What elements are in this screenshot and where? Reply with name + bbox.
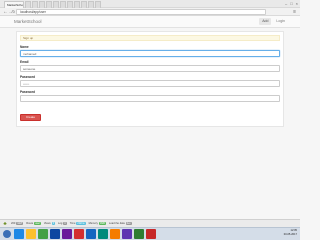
browser-tab[interactable] bbox=[60, 1, 66, 8]
browser-tab[interactable] bbox=[53, 1, 59, 8]
nav-add-link[interactable]: Add bbox=[259, 18, 272, 25]
browser-tab[interactable] bbox=[32, 1, 38, 8]
taskbar-app-icon[interactable] bbox=[134, 229, 144, 239]
browser-addressbar: ← → ↻ localhost/app/user ≡ bbox=[0, 8, 300, 16]
debugbar-item-label: Views bbox=[43, 221, 51, 225]
name-field-group: Name bbox=[20, 45, 280, 57]
browser-tabstrip: MarketSchool – □ × bbox=[0, 0, 300, 8]
debugbar-item[interactable]: Load the data dev bbox=[109, 222, 132, 226]
debugbar-item-badge: 0 bbox=[63, 222, 67, 225]
taskbar-app-icon[interactable] bbox=[146, 229, 156, 239]
taskbar-app-icon[interactable] bbox=[26, 229, 36, 239]
debugbar-item-badge: 4MB bbox=[98, 222, 106, 225]
taskbar-app-icon[interactable] bbox=[38, 229, 48, 239]
form-alert: Sign up bbox=[20, 35, 280, 41]
debugbar-item-label: Time bbox=[69, 221, 76, 225]
debugbar-item[interactable]: Log 0 bbox=[58, 222, 67, 226]
taskbar-apps bbox=[14, 229, 156, 239]
browser-tab[interactable] bbox=[39, 1, 45, 8]
debugbar-item-label: Memory bbox=[88, 221, 98, 225]
taskbar-app-icon[interactable] bbox=[62, 229, 72, 239]
signup-panel: Sign up Name Email Password Password Cre… bbox=[16, 31, 284, 127]
email-label: Email bbox=[20, 60, 29, 64]
browser-tab[interactable]: MarketSchool bbox=[4, 1, 24, 8]
taskbar-app-icon[interactable] bbox=[98, 229, 108, 239]
browser-tab[interactable] bbox=[88, 1, 94, 8]
debugbar-item-label: Log bbox=[58, 221, 63, 225]
debugbar-item-badge: dev bbox=[125, 222, 132, 225]
debugbar-item-badge: user bbox=[34, 222, 41, 225]
window-controls: – □ × bbox=[285, 1, 298, 7]
debugbar-logo-icon[interactable]: ♣ bbox=[2, 221, 8, 227]
debugbar-item[interactable]: Memory 4MB bbox=[89, 222, 106, 226]
taskbar-app-icon[interactable] bbox=[122, 229, 132, 239]
taskbar-app-icon[interactable] bbox=[110, 229, 120, 239]
password-confirm-field-group: Password bbox=[20, 90, 280, 102]
navbar-right: Add Login bbox=[259, 18, 288, 25]
nav-login-link[interactable]: Login bbox=[273, 18, 288, 25]
password-label: Password bbox=[20, 75, 36, 79]
taskbar-app-icon[interactable] bbox=[14, 229, 24, 239]
email-field-group: Email bbox=[20, 60, 280, 72]
brand-link[interactable]: MarketSchool bbox=[14, 19, 42, 25]
browser-tab[interactable] bbox=[74, 1, 80, 8]
start-button[interactable] bbox=[3, 230, 11, 238]
debugbar-item-label: Load the data bbox=[108, 221, 125, 225]
taskbar-app-icon[interactable] bbox=[86, 229, 96, 239]
debugbar-item-label: Route bbox=[26, 221, 34, 225]
url-field[interactable]: localhost/app/user bbox=[16, 9, 266, 15]
debugbar-item-badge: 212ms bbox=[76, 222, 86, 225]
signup-form: Name Email Password Password Create bbox=[20, 45, 280, 123]
browser-tab[interactable] bbox=[25, 1, 31, 8]
name-label: Name bbox=[20, 45, 29, 49]
debug-toolbar: ♣ 200 GET Route user Views 3 Log 0 Time 212ms Memo… bbox=[0, 219, 300, 227]
browser-tab[interactable] bbox=[67, 1, 73, 8]
password-confirm-input[interactable] bbox=[20, 95, 280, 102]
close-icon[interactable]: × bbox=[296, 1, 298, 7]
browser-tab[interactable] bbox=[46, 1, 52, 8]
maximize-icon[interactable]: □ bbox=[290, 1, 292, 7]
clock-date: 03-05-2017 bbox=[283, 233, 297, 236]
menu-icon[interactable]: ≡ bbox=[293, 9, 296, 15]
browser-tab[interactable] bbox=[95, 1, 101, 8]
debugbar-item[interactable]: Time 212ms bbox=[70, 222, 86, 226]
browser-tab[interactable] bbox=[81, 1, 87, 8]
password-field-group: Password bbox=[20, 75, 280, 87]
debugbar-item-label: 200 bbox=[11, 221, 16, 225]
debugbar-item[interactable]: Views 3 bbox=[43, 221, 56, 226]
os-taskbar: 12:05 03-05-2017 bbox=[0, 227, 300, 240]
name-input[interactable] bbox=[20, 50, 280, 57]
system-tray-clock[interactable]: 12:05 03-05-2017 bbox=[284, 229, 297, 237]
browser-tabs: MarketSchool bbox=[4, 1, 102, 8]
taskbar-app-icon[interactable] bbox=[50, 229, 60, 239]
email-input[interactable] bbox=[20, 65, 280, 72]
taskbar-app-icon[interactable] bbox=[74, 229, 84, 239]
app-navbar: MarketSchool Add Login bbox=[0, 16, 300, 28]
debugbar-item-badge: 3 bbox=[51, 222, 56, 225]
debugbar-item[interactable]: 200 GET bbox=[11, 221, 24, 226]
password-confirm-label: Password bbox=[20, 90, 36, 94]
password-input[interactable] bbox=[20, 80, 280, 87]
create-button[interactable]: Create bbox=[20, 114, 42, 121]
refresh-icon[interactable]: ↻ bbox=[12, 9, 15, 15]
minimize-icon[interactable]: – bbox=[285, 1, 287, 7]
debugbar-item[interactable]: Route user bbox=[26, 222, 41, 226]
debugbar-item-badge: GET bbox=[16, 222, 24, 225]
